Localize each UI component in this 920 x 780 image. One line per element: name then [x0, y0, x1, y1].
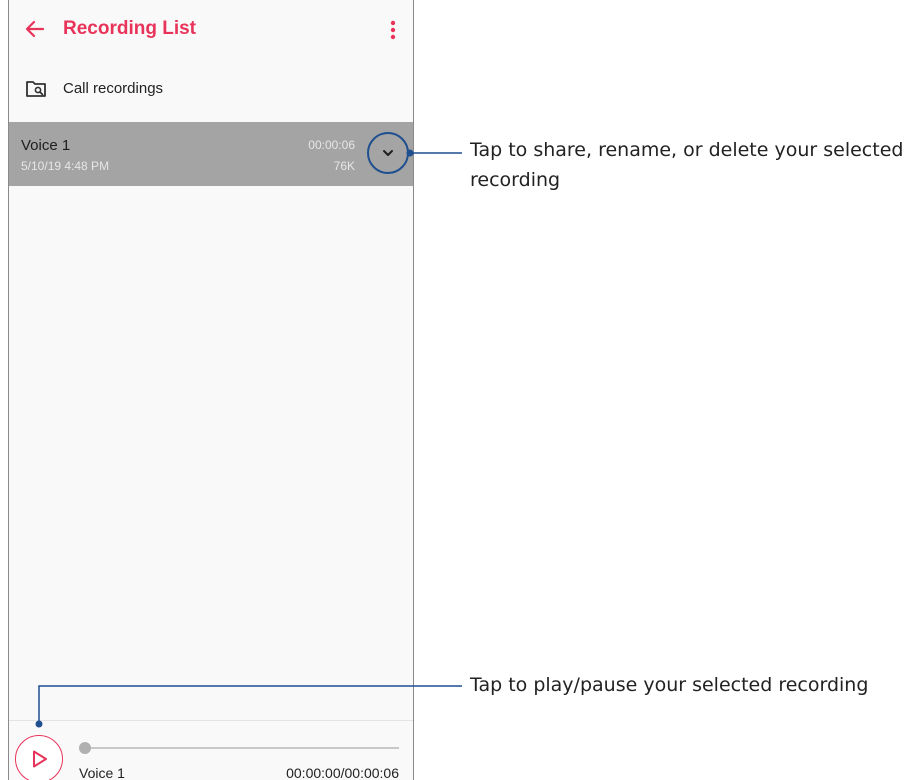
recording-list-screen: Recording List Call recordings Voice 1 5… — [8, 0, 414, 780]
progress-slider[interactable] — [79, 742, 399, 754]
player-time: 00:00:00/00:00:06 — [286, 765, 399, 780]
recording-duration: 00:00:06 — [308, 138, 355, 152]
player-bar: Voice 1 00:00:00/00:00:06 — [9, 720, 413, 780]
chevron-down-icon — [383, 150, 393, 156]
call-recordings-folder[interactable]: Call recordings — [9, 70, 413, 110]
page-title: Recording List — [63, 18, 197, 39]
recording-date: 5/10/19 4:48 PM — [21, 159, 110, 173]
progress-thumb[interactable] — [79, 742, 91, 754]
overflow-menu-button[interactable] — [385, 19, 401, 41]
folder-search-icon — [25, 79, 47, 99]
play-icon — [33, 750, 47, 768]
recording-list-item[interactable]: Voice 1 5/10/19 4:48 PM 00:00:06 76K — [9, 122, 413, 186]
recording-size: 76K — [333, 159, 355, 173]
folder-label: Call recordings — [63, 80, 164, 97]
app-bar: Recording List — [9, 0, 413, 62]
recording-name: Voice 1 — [21, 137, 71, 154]
player-track-name: Voice 1 — [79, 765, 125, 780]
more-vert-icon — [390, 20, 396, 40]
expand-options-button[interactable] — [367, 132, 409, 174]
play-pause-button[interactable] — [15, 735, 63, 780]
back-arrow-icon — [25, 20, 45, 38]
callout-expand-text: Tap to share, rename, or delete your sel… — [470, 139, 904, 191]
callout-play-text: Tap to play/pause your selected recordin… — [470, 674, 869, 696]
back-button[interactable] — [23, 17, 47, 41]
